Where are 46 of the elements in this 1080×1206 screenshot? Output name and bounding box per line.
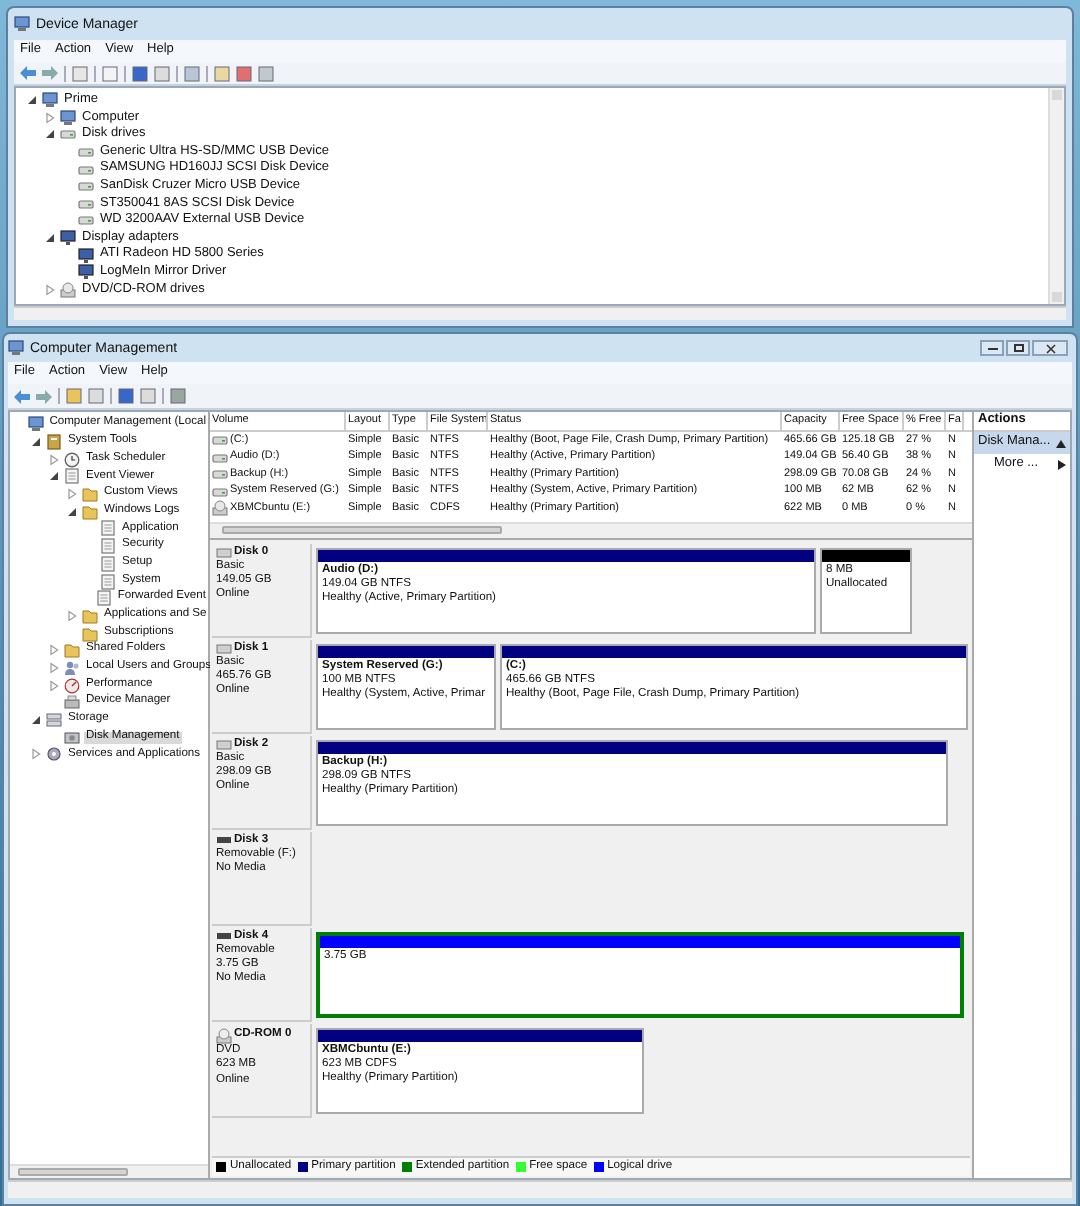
computer-icon — [8, 340, 24, 356]
close-icon — [1045, 343, 1055, 353]
expand-arrow-icon[interactable] — [48, 453, 60, 466]
computer-icon — [27, 416, 44, 433]
collapse-arrow-icon[interactable] — [48, 470, 60, 483]
expand-arrow-icon[interactable] — [66, 488, 78, 501]
back-arrow-icon[interactable] — [14, 389, 30, 403]
removable-drive-icon — [216, 932, 232, 941]
clock-icon — [64, 451, 80, 468]
log-icon — [95, 590, 112, 607]
expand-arrow-icon[interactable] — [30, 748, 42, 761]
computer-icon — [14, 16, 30, 32]
expand-arrow-icon[interactable] — [48, 661, 60, 674]
toolbox-icon — [46, 434, 62, 451]
users-icon — [64, 659, 80, 676]
maximize-button[interactable] — [1006, 340, 1030, 356]
horizontal-scrollbar[interactable] — [210, 521, 972, 537]
collapse-arrow-icon — [1056, 439, 1066, 447]
vertical-scrollbar[interactable] — [1048, 88, 1064, 304]
services-icon — [46, 746, 62, 763]
collapse-arrow-icon[interactable] — [66, 505, 78, 518]
expand-arrow-icon[interactable] — [48, 644, 60, 657]
horizontal-scrollbar[interactable] — [10, 1164, 208, 1178]
expand-arrow-icon[interactable] — [44, 283, 56, 296]
disk-icon — [64, 729, 80, 746]
device-icon — [64, 694, 80, 711]
minimize-button[interactable] — [980, 340, 1004, 356]
storage-icon — [46, 712, 62, 729]
removable-drive-icon — [216, 836, 232, 845]
collapse-arrow-icon[interactable] — [30, 436, 42, 449]
disc-drive-icon — [212, 500, 228, 517]
forward-arrow-icon[interactable] — [42, 66, 58, 80]
close-button[interactable] — [1032, 340, 1068, 356]
collapse-arrow-icon[interactable] — [30, 714, 42, 727]
log-icon — [64, 468, 80, 485]
expand-arrow-icon[interactable] — [48, 679, 60, 692]
disc-drive-icon — [60, 281, 76, 298]
expand-arrow-icon[interactable] — [44, 111, 56, 124]
submenu-arrow-icon — [1058, 460, 1066, 470]
back-arrow-icon[interactable] — [20, 66, 36, 80]
expand-arrow-icon[interactable] — [66, 609, 78, 622]
forward-arrow-icon[interactable] — [36, 389, 52, 403]
collapse-arrow-icon[interactable] — [44, 232, 56, 245]
collapse-arrow-icon[interactable] — [26, 94, 38, 107]
collapse-arrow-icon[interactable] — [44, 128, 56, 141]
gauge-icon — [64, 677, 80, 694]
